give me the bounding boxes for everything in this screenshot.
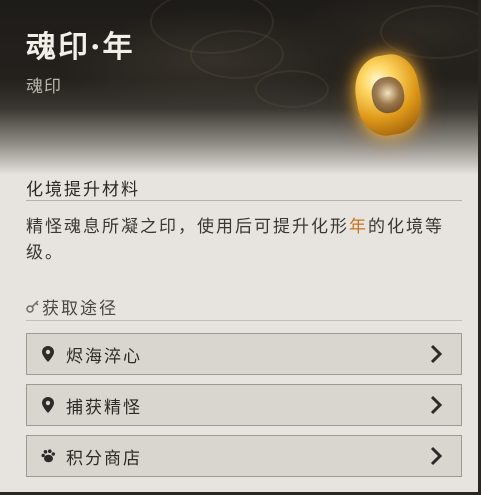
sources-divider <box>26 320 462 321</box>
source-row-2[interactable]: 捕获精怪 <box>26 384 462 426</box>
heading-divider <box>26 200 462 201</box>
description-highlight: 年 <box>349 217 368 237</box>
item-title: 魂印·年 <box>26 30 135 65</box>
source-row-label: 捕获精怪 <box>66 397 142 418</box>
source-row-label: 积分商店 <box>66 448 142 469</box>
item-detail-panel: 魂印·年 魂印 化境提升材料 精怪魂息所凝之印，使用后可提升化形年的化境等级。 … <box>0 0 481 495</box>
item-category: 魂印 <box>26 77 62 97</box>
location-pin-icon <box>40 345 56 363</box>
chevron-right-icon <box>430 344 443 364</box>
key-icon <box>26 299 39 313</box>
location-pin-icon <box>40 396 56 414</box>
source-row-1[interactable]: 烬海淬心 <box>26 333 462 375</box>
sources-label: 获取途径 <box>42 299 118 319</box>
item-description: 精怪魂息所凝之印，使用后可提升化形年的化境等级。 <box>26 214 466 266</box>
chevron-right-icon <box>430 395 443 415</box>
paw-icon <box>40 447 56 465</box>
material-heading: 化境提升材料 <box>26 180 140 200</box>
description-prefix: 精怪魂息所凝之印，使用后可提升化形 <box>26 217 349 237</box>
chevron-right-icon <box>430 446 443 466</box>
sources-heading: 获取途径 <box>26 294 118 319</box>
source-row-label: 烬海淬心 <box>66 346 142 367</box>
source-row-3[interactable]: 积分商店 <box>26 435 462 477</box>
